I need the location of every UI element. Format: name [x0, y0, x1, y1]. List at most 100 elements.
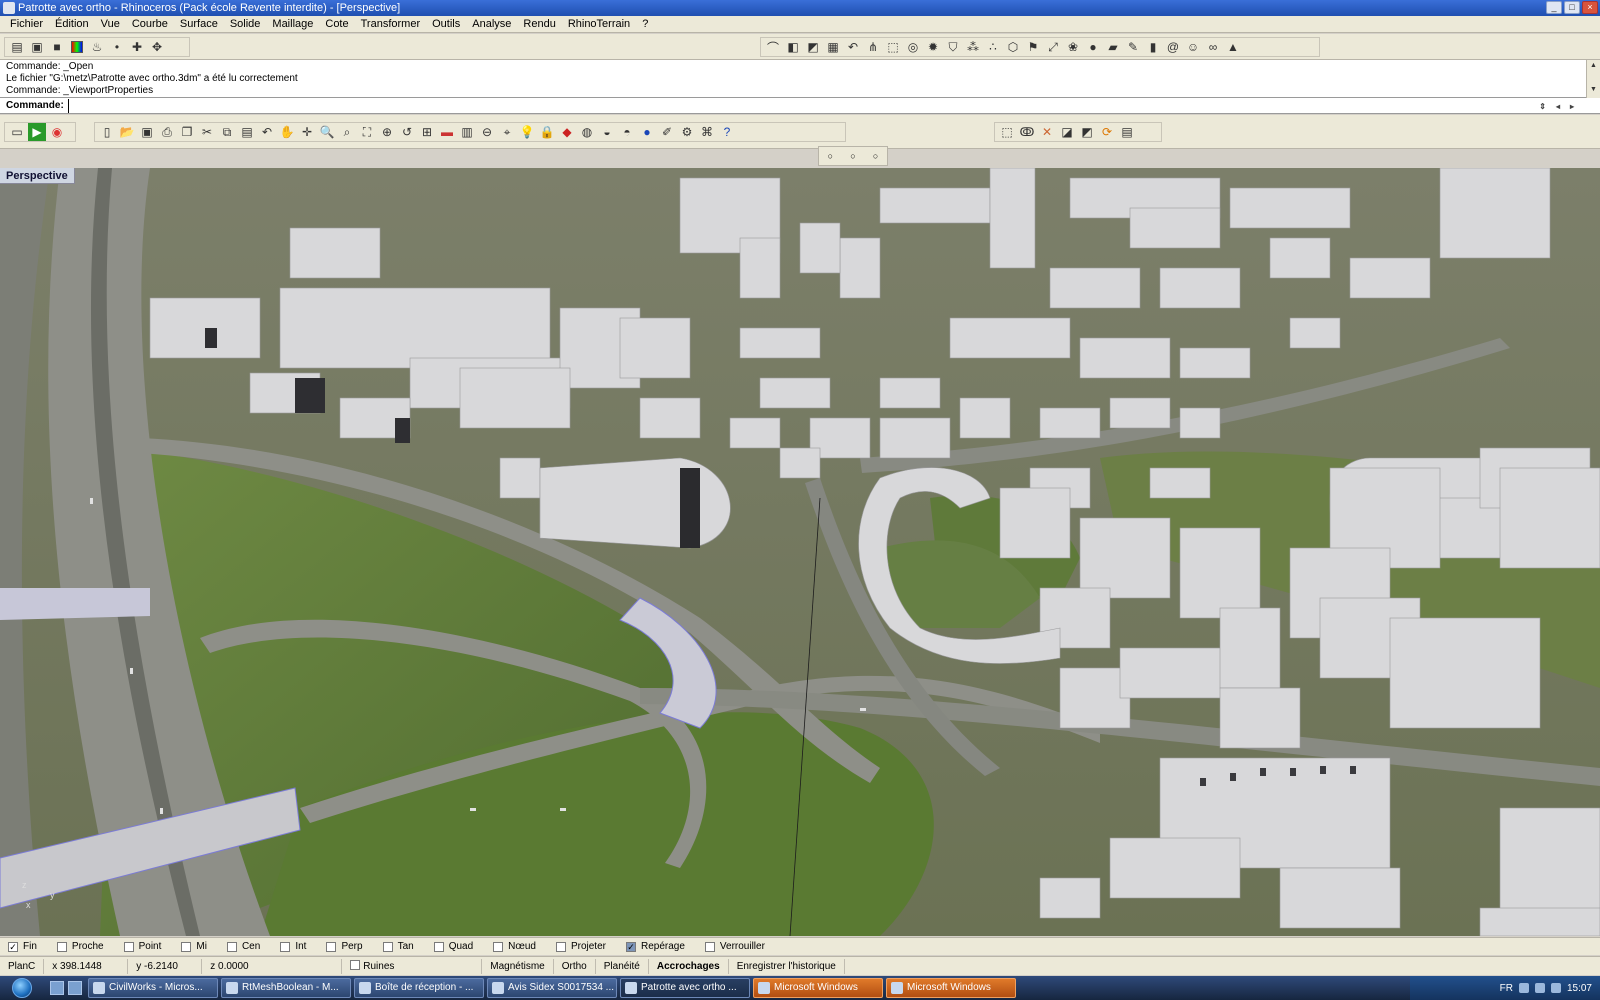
cone-icon[interactable]: ▲	[1224, 38, 1242, 56]
shield-icon[interactable]: ⛉	[944, 38, 962, 56]
cplane-indicator[interactable]: PlanC	[0, 958, 45, 974]
menu-rendu[interactable]: Rendu	[517, 18, 561, 30]
cplane-icon[interactable]: ⊖	[478, 123, 496, 141]
plugins-icon[interactable]: ⌘	[698, 123, 716, 141]
network-icon[interactable]	[1518, 983, 1529, 993]
point-icon[interactable]: •	[108, 38, 126, 56]
taskbar-item[interactable]: CivilWorks - Micros...	[88, 978, 218, 998]
command-nav-arrows[interactable]: ⇕◂▸	[1539, 99, 1584, 114]
osnap-checkbox[interactable]	[56, 941, 67, 952]
taskbar-item[interactable]: Microsoft Windows	[886, 978, 1016, 998]
play-icon[interactable]: ▶	[28, 123, 46, 141]
ortho-toggle[interactable]: Ortho	[554, 958, 596, 974]
new-file-icon[interactable]: ▯	[98, 123, 116, 141]
shade-icon[interactable]: ◩	[1078, 123, 1096, 141]
zoom-selected-icon[interactable]: ⊕	[378, 123, 396, 141]
undo-view-icon[interactable]: ↺	[398, 123, 416, 141]
minimize-button[interactable]: _	[1546, 1, 1562, 14]
box-icon[interactable]: ▦	[824, 38, 842, 56]
color-icon[interactable]	[68, 38, 86, 56]
menu-transformer[interactable]: Transformer	[355, 18, 427, 30]
menu-[interactable]: ?	[636, 18, 654, 30]
lock-icon[interactable]: 🔒	[538, 123, 556, 141]
osnap-checkbox[interactable]	[382, 941, 393, 952]
properties-icon[interactable]: ▣	[28, 38, 46, 56]
maximize-button[interactable]: □	[1564, 1, 1580, 14]
osnap-item[interactable]: ✓ Fin	[8, 941, 37, 952]
magnetisme-toggle[interactable]: Magnétisme	[482, 958, 554, 974]
refresh-icon[interactable]: ⟳	[1098, 123, 1116, 141]
transform-icon[interactable]: ⤢	[1044, 38, 1062, 56]
osnap-checkbox[interactable]	[555, 941, 566, 952]
osnap-item[interactable]: Cen	[226, 941, 260, 952]
mesh-icon[interactable]: ⁂	[964, 38, 982, 56]
osnap-checkbox[interactable]	[493, 941, 504, 952]
close-button[interactable]: ×	[1582, 1, 1598, 14]
osnap-checkbox[interactable]: ✓	[8, 941, 18, 952]
floating-toolbar[interactable]: ○ ○ ○	[818, 146, 888, 166]
ruler-icon[interactable]: ✎	[1124, 38, 1142, 56]
menu-dition[interactable]: Édition	[49, 18, 95, 30]
cylinder-icon[interactable]: ◎	[904, 38, 922, 56]
history-scrollbar[interactable]: ▲ ▼	[1586, 60, 1600, 98]
boolean-icon[interactable]: ❀	[1064, 38, 1082, 56]
osnap-item[interactable]: Nœud	[493, 941, 536, 952]
osnap-item[interactable]: Int	[280, 941, 306, 952]
four-views-icon[interactable]: ⊞	[418, 123, 436, 141]
plane-icon[interactable]: ▰	[1104, 38, 1122, 56]
current-layer[interactable]: Ruines	[342, 958, 483, 974]
start-button[interactable]	[0, 976, 44, 1000]
taskbar-item[interactable]: Avis Sidex S0017534 ...	[487, 978, 617, 998]
flag-icon[interactable]: ⚑	[1024, 38, 1042, 56]
bulb-icon[interactable]: 💡	[518, 123, 536, 141]
rendered-sphere-icon[interactable]: ●	[638, 123, 656, 141]
menu-analyse[interactable]: Analyse	[466, 18, 517, 30]
curve-tool-icon[interactable]: ⌒	[764, 38, 782, 56]
loft-icon[interactable]: ⬡	[1004, 38, 1022, 56]
osnap-checkbox[interactable]	[123, 941, 134, 952]
osnap-checkbox[interactable]	[226, 941, 237, 952]
menu-surface[interactable]: Surface	[174, 18, 224, 30]
smile-icon[interactable]: ☺	[1184, 38, 1202, 56]
points-icon[interactable]: ∴	[984, 38, 1002, 56]
bluetooth-icon[interactable]	[1550, 983, 1561, 993]
chain-icon[interactable]: ∞	[1204, 38, 1222, 56]
copy-icon[interactable]: ⧉	[218, 123, 236, 141]
gradient-icon[interactable]: ◪	[1058, 123, 1076, 141]
menu-outils[interactable]: Outils	[426, 18, 466, 30]
zoom-extents-icon[interactable]: ⛶	[358, 123, 376, 141]
record-icon[interactable]: ◉	[48, 123, 66, 141]
osnap-checkbox[interactable]	[280, 941, 291, 952]
help-icon[interactable]: ?	[718, 123, 736, 141]
move-icon[interactable]: ✥	[148, 38, 166, 56]
grid-plane-icon[interactable]: ▥	[458, 123, 476, 141]
window-titlebar[interactable]: Patrotte avec ortho - Rhinoceros (Pack é…	[0, 0, 1600, 16]
print-icon[interactable]: ⎙	[158, 123, 176, 141]
osnap-item[interactable]: Mi	[181, 941, 207, 952]
scene-render[interactable]	[0, 168, 1600, 936]
taskbar-item[interactable]: Boîte de réception - ...	[354, 978, 484, 998]
undo-icon[interactable]: ↶	[258, 123, 276, 141]
osnap-item[interactable]: Projeter	[555, 941, 606, 952]
menu-rhinoterrain[interactable]: RhinoTerrain	[562, 18, 636, 30]
solid-tool-icon[interactable]: ◩	[804, 38, 822, 56]
pan-hand-icon[interactable]: ✋	[278, 123, 296, 141]
language-indicator[interactable]: FR	[1500, 983, 1513, 994]
options-gear-icon[interactable]: ⚙	[678, 123, 696, 141]
document-icon[interactable]: ▤	[1118, 123, 1136, 141]
volume-icon[interactable]	[1534, 983, 1545, 993]
save-icon[interactable]: ▣	[138, 123, 156, 141]
menu-courbe[interactable]: Courbe	[126, 18, 174, 30]
osnap-checkbox[interactable]: ✓	[625, 941, 636, 952]
historique-toggle[interactable]: Enregistrer l'historique	[729, 958, 845, 974]
offset-icon[interactable]: ⋔	[864, 38, 882, 56]
osnap-item[interactable]: Proche	[56, 941, 104, 952]
osnap-item[interactable]: Point	[123, 941, 161, 952]
show-desktop-icon[interactable]	[50, 981, 64, 995]
osnap-checkbox[interactable]	[181, 941, 192, 952]
spiral-icon[interactable]: @	[1164, 38, 1182, 56]
light-icon[interactable]: ♨	[88, 38, 106, 56]
viewport-perspective[interactable]: Perspective z y x	[0, 168, 1600, 936]
taskbar-item[interactable]: RtMeshBoolean - M...	[221, 978, 351, 998]
viewport-title[interactable]: Perspective	[0, 168, 75, 184]
